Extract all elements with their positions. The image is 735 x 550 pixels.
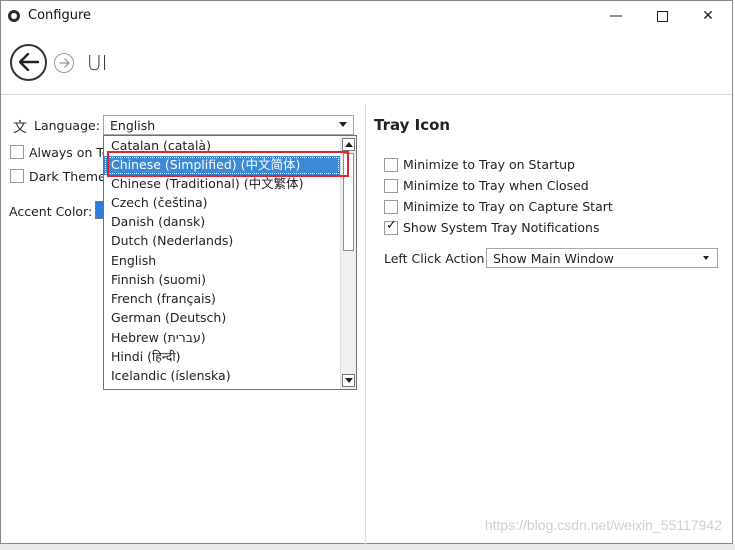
- maximize-button[interactable]: [639, 1, 685, 31]
- language-label: Language:: [34, 118, 100, 133]
- language-select[interactable]: English: [103, 115, 354, 135]
- minimize-when-closed-label: Minimize to Tray when Closed: [403, 178, 589, 193]
- scroll-up-arrow-icon[interactable]: [342, 138, 355, 151]
- app-icon: [8, 10, 20, 22]
- minimize-button[interactable]: —: [593, 1, 639, 31]
- language-option[interactable]: Icelandic (íslenska): [104, 367, 340, 386]
- header-divider: [1, 94, 732, 95]
- page-title: UI: [87, 51, 108, 75]
- minimize-when-closed-checkbox[interactable]: [384, 179, 398, 193]
- tray-icon-heading: Tray Icon: [374, 116, 451, 134]
- language-option[interactable]: Catalan (català): [104, 137, 340, 156]
- language-option[interactable]: Hebrew (עברית): [104, 329, 340, 348]
- language-option[interactable]: German (Deutsch): [104, 309, 340, 328]
- language-value: English: [110, 118, 156, 133]
- configure-window: Configure — ✕ UI 文 Language: English Alw…: [0, 0, 733, 545]
- forward-button[interactable]: [54, 53, 74, 73]
- show-notifications-checkbox[interactable]: ✓: [384, 218, 398, 235]
- translate-icon: 文: [13, 120, 27, 136]
- always-on-top-label: Always on To: [29, 145, 110, 160]
- watermark: https://blog.csdn.net/weixin_55117942: [484, 517, 722, 533]
- title-bar: Configure — ✕: [1, 1, 732, 31]
- pane-divider: [365, 104, 366, 545]
- language-option[interactable]: Finnish (suomi): [104, 271, 340, 290]
- language-option[interactable]: English: [104, 252, 340, 271]
- language-option[interactable]: Dutch (Nederlands): [104, 232, 340, 251]
- scrollbar-thumb[interactable]: [343, 153, 354, 251]
- back-button[interactable]: [10, 44, 47, 81]
- dropdown-scrollbar[interactable]: [340, 136, 356, 389]
- chevron-down-icon: [339, 122, 347, 127]
- minimize-on-capture-label: Minimize to Tray on Capture Start: [403, 199, 613, 214]
- minimize-on-startup-label: Minimize to Tray on Startup: [403, 157, 575, 172]
- checkmark-icon: ✓: [386, 218, 397, 233]
- minimize-on-capture-checkbox[interactable]: [384, 200, 398, 214]
- minimize-on-startup-checkbox[interactable]: [384, 158, 398, 172]
- show-notifications-label: Show System Tray Notifications: [403, 220, 600, 235]
- language-option[interactable]: Czech (čeština): [104, 194, 340, 213]
- dark-theme-checkbox[interactable]: [10, 169, 24, 183]
- close-icon: ✕: [702, 8, 714, 24]
- maximize-icon: [656, 10, 668, 22]
- language-option[interactable]: Chinese (Traditional) (中文繁体): [104, 175, 340, 194]
- close-button[interactable]: ✕: [685, 1, 731, 31]
- language-option[interactable]: Hindi (हिन्दी): [104, 348, 340, 367]
- dark-theme-label: Dark Theme: [29, 169, 106, 184]
- arrow-left-icon: [18, 52, 39, 72]
- taskbar-strip: [0, 544, 735, 550]
- arrow-right-icon: [58, 58, 70, 68]
- window-title: Configure: [28, 8, 92, 23]
- language-dropdown-list[interactable]: Catalan (català) Chinese (Simplified) (中…: [103, 135, 357, 390]
- accent-color-label: Accent Color:: [9, 204, 93, 219]
- always-on-top-checkbox[interactable]: [10, 145, 24, 159]
- language-option-selected[interactable]: Chinese (Simplified) (中文简体): [104, 156, 340, 175]
- scroll-down-arrow-icon[interactable]: [342, 374, 355, 387]
- language-option[interactable]: Danish (dansk): [104, 213, 340, 232]
- minimize-icon: —: [609, 8, 623, 24]
- left-click-action-label: Left Click Action: [384, 251, 485, 266]
- left-click-action-value: Show Main Window: [493, 251, 614, 266]
- left-click-action-select[interactable]: Show Main Window: [486, 248, 718, 268]
- language-option[interactable]: French (français): [104, 290, 340, 309]
- chevron-down-icon: [703, 256, 709, 260]
